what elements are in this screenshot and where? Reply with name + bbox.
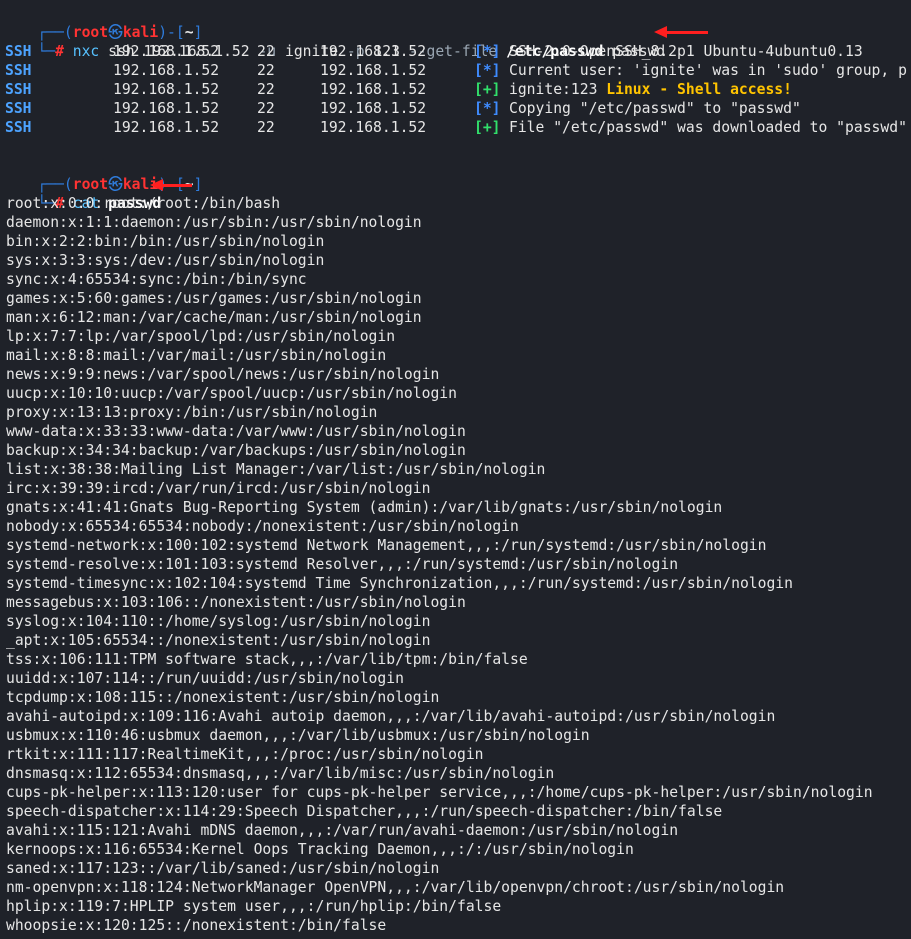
passwd-entry: sync:x:4:65534:sync:/bin:/bin/sync: [6, 271, 307, 288]
status-message: SSH-2.0-OpenSSH_8.2p1 Ubuntu-4ubuntu0.13: [509, 42, 863, 61]
passwd-entry: tss:x:106:111:TPM software stack,,,:/var…: [6, 651, 528, 668]
protocol-label: SSH: [5, 81, 32, 98]
target-host: 192.168.1.52: [320, 62, 427, 79]
passwd-entry: mail:x:8:8:mail:/var/mail:/usr/sbin/nolo…: [6, 347, 387, 364]
passwd-entry: hplip:x:119:7:HPLIP system user,,,:/run/…: [6, 898, 502, 915]
target-ip: 192.168.1.52: [113, 43, 220, 60]
passwd-entry: avahi-autoipd:x:109:116:Avahi autoip dae…: [6, 708, 776, 725]
passwd-entry: dnsmasq:x:112:65534:dnsmasq,,,:/var/lib/…: [6, 765, 555, 782]
status-message-text: File "/etc/passwd" was downloaded to "pa…: [509, 119, 907, 136]
passwd-entry: bin:x:2:2:bin:/bin:/usr/sbin/nologin: [6, 233, 325, 250]
passwd-entry: gnats:x:41:41:Gnats Bug-Reporting System…: [6, 499, 723, 516]
status-message: File "/etc/passwd" was downloaded to "pa…: [509, 118, 907, 137]
passwd-entry: whoopsie:x:120:125::/nonexistent:/bin/fa…: [6, 917, 387, 934]
passwd-entry: usbmux:x:110:46:usbmux daemon,,,:/var/li…: [6, 727, 590, 744]
protocol-label: SSH: [5, 62, 32, 79]
passwd-entry: root:x:0:0:root:/root:/bin/bash: [6, 195, 281, 212]
nxc-output-row: SSH 192.168.1.52 22 192.168.1.52 [*] Copying …: [0, 99, 911, 118]
target-host: 192.168.1.52: [320, 43, 427, 60]
protocol-label: SSH: [5, 100, 32, 117]
passwd-entry: messagebus:x:103:106::/nonexistent:/usr/…: [6, 594, 466, 611]
status-message-text: Copying "/etc/passwd" to "passwd": [509, 100, 801, 117]
status-message-text: Current user: 'ignite' was in 'sudo' gro…: [509, 62, 907, 79]
passwd-entry: cups-pk-helper:x:113:120:user for cups-p…: [6, 784, 873, 801]
arrow-shaft: [666, 31, 708, 34]
command-line-1[interactable]: └─# nxc ssh 192.168.1.52 -u ignite -p 12…: [2, 23, 665, 60]
target-ip: 192.168.1.52: [113, 100, 220, 117]
arrow-shaft: [162, 184, 192, 187]
target-ip: 192.168.1.52: [113, 119, 220, 136]
status-message-text: SSH-2.0-OpenSSH_8.2p1 Ubuntu-4ubuntu0.13: [509, 43, 863, 60]
status-tag: [+]: [474, 119, 501, 136]
passwd-entry: lp:x:7:7:lp:/var/spool/lpd:/usr/sbin/nol…: [6, 328, 396, 345]
target-ip: 192.168.1.52: [113, 62, 220, 79]
status-tag: [*]: [474, 43, 501, 60]
prompt-line-1: ┌──(root㉿kali)-[~]: [2, 4, 202, 41]
status-message: Current user: 'ignite' was in 'sudo' gro…: [509, 61, 907, 80]
passwd-entry: games:x:5:60:games:/usr/games:/usr/sbin/…: [6, 290, 422, 307]
passwd-entry: list:x:38:38:Mailing List Manager:/var/l…: [6, 461, 546, 478]
passwd-entry: syslog:x:104:110::/home/syslog:/usr/sbin…: [6, 613, 431, 630]
passwd-entry: _apt:x:105:65534::/nonexistent:/usr/sbin…: [6, 632, 431, 649]
status-tag: [*]: [474, 100, 501, 117]
status-message: Copying "/etc/passwd" to "passwd": [509, 99, 801, 118]
passwd-entry: tcpdump:x:108:115::/nonexistent:/usr/sbi…: [6, 689, 440, 706]
status-message-text: ignite:123: [509, 81, 607, 98]
prompt-line-2: ┌──(root㉿kali)-[~]: [2, 156, 202, 193]
passwd-entry: systemd-timesync:x:102:104:systemd Time …: [6, 575, 793, 592]
target-port: 22: [257, 100, 275, 117]
passwd-entry: nobody:x:65534:65534:nobody:/nonexistent…: [6, 518, 519, 535]
status-tag: [*]: [474, 62, 501, 79]
prompt-close: ]: [193, 176, 203, 193]
status-message: ignite:123 Linux - Shell access!: [509, 80, 792, 99]
passwd-entry: www-data:x:33:33:www-data:/var/www:/usr/…: [6, 423, 466, 440]
nxc-output-row: SSH 192.168.1.52 22 192.168.1.52 [+] File "/e…: [0, 118, 911, 137]
passwd-entry: sys:x:3:3:sys:/dev:/usr/sbin/nologin: [6, 252, 325, 269]
nxc-output-row: SSH 192.168.1.52 22 192.168.1.52 [+] ignite:1…: [0, 80, 911, 99]
status-tag: [+]: [474, 81, 501, 98]
passwd-entry: avahi:x:115:121:Avahi mDNS daemon,,,:/va…: [6, 822, 679, 839]
protocol-label: SSH: [5, 119, 32, 136]
shell-access-label: Linux - Shell access!: [606, 81, 792, 98]
passwd-entry: kernoops:x:116:65534:Kernel Oops Trackin…: [6, 841, 634, 858]
passwd-entry: uucp:x:10:10:uucp:/var/spool/uucp:/usr/s…: [6, 385, 457, 402]
passwd-entry: irc:x:39:39:ircd:/var/run/ircd:/usr/sbin…: [6, 480, 431, 497]
target-host: 192.168.1.52: [320, 119, 427, 136]
target-port: 22: [257, 119, 275, 136]
passwd-entry: man:x:6:12:man:/var/cache/man:/usr/sbin/…: [6, 309, 422, 326]
passwd-entry: news:x:9:9:news:/var/spool/news:/usr/sbi…: [6, 366, 440, 383]
passwd-entry: rtkit:x:111:117:RealtimeKit,,,:/proc:/us…: [6, 746, 484, 763]
protocol-label: SSH: [5, 43, 32, 60]
nxc-output-row: SSH 192.168.1.52 22 192.168.1.52 [*] SSH-2.0-…: [0, 42, 911, 61]
passwd-entry: saned:x:117:123::/var/lib/saned:/usr/sbi…: [6, 860, 440, 877]
target-host: 192.168.1.52: [320, 81, 427, 98]
passwd-entry: nm-openvpn:x:118:124:NetworkManager Open…: [6, 879, 785, 896]
terminal-window[interactable]: ┌──(root㉿kali)-[~] └─# nxc ssh 192.168.1…: [0, 0, 911, 939]
target-port: 22: [257, 43, 275, 60]
passwd-entry: speech-dispatcher:x:114:29:Speech Dispat…: [6, 803, 723, 820]
passwd-entry: daemon:x:1:1:daemon:/usr/sbin:/usr/sbin/…: [6, 214, 422, 231]
passwd-entry: systemd-resolve:x:101:103:systemd Resolv…: [6, 556, 679, 573]
passwd-entry: backup:x:34:34:backup:/var/backups:/usr/…: [6, 442, 466, 459]
nxc-output-row: SSH 192.168.1.52 22 192.168.1.52 [*] Current …: [0, 61, 911, 80]
passwd-entry: systemd-network:x:100:102:systemd Networ…: [6, 537, 767, 554]
target-port: 22: [257, 62, 275, 79]
target-ip: 192.168.1.52: [113, 81, 220, 98]
command-line-2[interactable]: └─# cat passwd: [2, 175, 161, 212]
target-host: 192.168.1.52: [320, 100, 427, 117]
passwd-entry: proxy:x:13:13:proxy:/bin:/usr/sbin/nolog…: [6, 404, 378, 421]
target-port: 22: [257, 81, 275, 98]
passwd-entry: uuidd:x:107:114::/run/uuidd:/usr/sbin/no…: [6, 670, 404, 687]
